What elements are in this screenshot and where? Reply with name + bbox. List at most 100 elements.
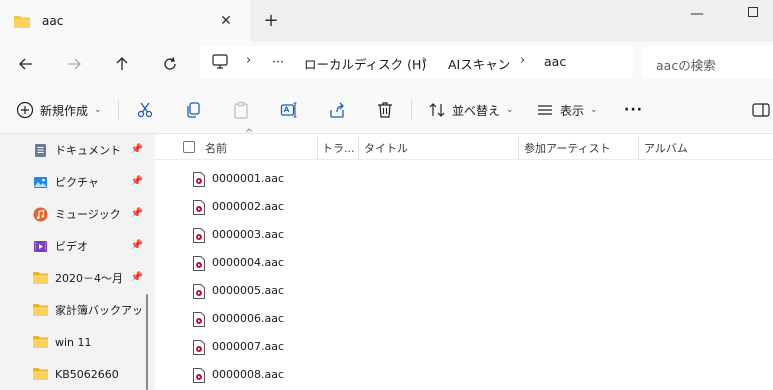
rename-icon [280,102,297,118]
new-tab-button[interactable]: + [262,12,280,30]
folder-icon [33,367,48,382]
breadcrumb-separator: › [246,53,252,68]
breadcrumb-aac[interactable]: aac [544,54,566,69]
sidebar-item-music[interactable]: ミュージック 📌 [33,200,143,228]
tab-aac[interactable]: aac ✕ [0,0,250,42]
refresh-icon [164,57,176,70]
more-options-button[interactable]: ··· [624,98,643,122]
folder-icon [14,15,30,28]
audio-file-icon [193,340,205,355]
refresh-button[interactable] [158,52,182,76]
sidebar-item-household-backup[interactable]: 家計簿バックアップ [33,296,143,324]
breadcrumb-separator[interactable]: › [520,53,525,68]
audio-file-icon [193,312,205,327]
back-button[interactable] [14,52,38,76]
column-artist[interactable]: 参加アーティスト [524,140,611,156]
picture-icon [33,175,48,190]
divider [411,100,412,120]
column-track[interactable]: トラ... [322,140,355,156]
new-label: 新規作成 [40,103,89,118]
file-row[interactable]: 0000005.aac [155,276,773,304]
column-divider[interactable] [638,136,639,160]
file-name: 0000006.aac [212,312,285,325]
file-name: 0000007.aac [212,340,285,353]
search-box[interactable]: aacの検索 [642,46,773,78]
copy-button[interactable] [184,98,202,122]
file-name: 0000005.aac [212,284,285,297]
rename-button[interactable] [280,98,298,122]
file-row[interactable]: 0000003.aac [155,220,773,248]
sidebar-scrollbar[interactable] [146,294,148,390]
sidebar-item-pictures[interactable]: ピクチャ 📌 [33,168,143,196]
sidebar-item-folder-2020[interactable]: 2020－4～月 📌 [33,264,143,292]
sidebar-item-label: ドキュメント [55,144,121,157]
column-divider[interactable] [518,136,519,160]
arrow-right-icon [68,58,81,70]
computer-icon [212,54,228,72]
column-title[interactable]: タイトル [364,140,408,156]
sidebar-item-win11[interactable]: win 11 [33,328,143,356]
scissors-icon [137,102,153,118]
search-placeholder: aacの検索 [656,58,716,73]
video-icon [33,239,48,254]
chevron-down-icon: ⌄ [506,105,514,115]
pin-icon: 📌 [130,144,143,155]
up-button[interactable] [110,52,134,76]
address-bar[interactable]: › ··· ローカルディスク (H) › AIスキャン › aac [200,46,633,78]
sort-button[interactable]: 並べ替え ⌄ [428,98,514,122]
file-row[interactable]: 0000001.aac [155,164,773,192]
chevron-down-icon: ⌄ [94,105,102,115]
sidebar-item-kb5062660[interactable]: KB5062660 [33,360,143,388]
sidebar-item-label: win 11 [55,335,92,349]
audio-file-icon [193,228,205,243]
delete-button[interactable] [376,98,394,122]
column-name[interactable]: 名前 [205,140,227,156]
audio-file-icon [193,256,205,271]
audio-file-icon [193,172,205,187]
column-header-row: ^ 名前 トラ... タイトル 参加アーティスト アルバム [155,128,773,160]
sort-ascending-icon: ^ [245,128,254,139]
folder-icon [33,303,48,318]
minimize-button[interactable]: — [690,6,704,22]
pin-icon: 📌 [130,240,143,251]
chevron-down-icon: ⌄ [590,105,598,115]
view-list-icon [538,105,552,115]
sidebar-item-label: 2020－4～月 [55,272,123,285]
share-button[interactable] [328,98,346,122]
breadcrumb-separator[interactable]: › [422,53,427,68]
file-row[interactable]: 0000007.aac [155,332,773,360]
file-name: 0000004.aac [212,256,285,269]
breadcrumb-overflow[interactable]: ··· [272,54,284,69]
sidebar-item-videos[interactable]: ビデオ 📌 [33,232,143,260]
file-row[interactable]: 0000004.aac [155,248,773,276]
paste-button[interactable] [232,98,250,122]
command-bar: 新規作成 ⌄ 並べ替え ⌄ 表示 ⌄ ··· [0,86,773,134]
breadcrumb-local-disk[interactable]: ローカルディスク (H) [304,54,426,73]
column-album[interactable]: アルバム [644,140,688,156]
title-bar: aac ✕ + — [0,0,773,42]
column-divider[interactable] [317,136,318,160]
file-row[interactable]: 0000002.aac [155,192,773,220]
cut-button[interactable] [136,98,154,122]
close-tab-icon[interactable]: ✕ [218,13,234,29]
sidebar-item-documents[interactable]: ドキュメント 📌 [33,136,143,164]
view-button[interactable]: 表示 ⌄ [536,98,598,122]
forward-button[interactable] [62,52,86,76]
new-button[interactable]: 新規作成 ⌄ [16,98,102,122]
clipboard-icon [234,101,248,119]
file-row[interactable]: 0000008.aac [155,360,773,388]
arrow-up-icon [116,57,128,70]
details-pane-button[interactable] [752,98,770,122]
select-all-checkbox[interactable] [183,141,195,153]
column-divider[interactable] [358,136,359,160]
sidebar-item-label: ピクチャ [55,176,99,189]
file-name: 0000008.aac [212,368,285,381]
arrow-left-icon [19,58,32,70]
divider [118,100,119,120]
breadcrumb-ai-scan[interactable]: AIスキャン [448,54,510,73]
file-row[interactable]: 0000006.aac [155,304,773,332]
file-name: 0000001.aac [212,172,285,185]
maximize-button[interactable] [748,7,758,17]
sort-icon [429,103,445,117]
copy-icon [187,102,200,118]
